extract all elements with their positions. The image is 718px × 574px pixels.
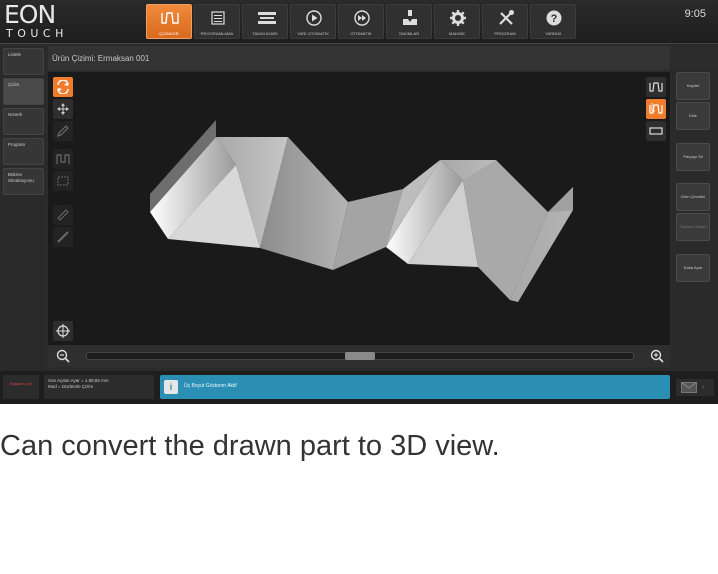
punch-die-icon <box>403 10 417 25</box>
mail-icon <box>681 382 697 393</box>
rectangle-icon <box>649 127 663 135</box>
tooling-icon <box>258 12 276 24</box>
zoom-slider-track[interactable] <box>86 352 634 360</box>
page-title: Ürün Çizimi: Ermaksan 001 <box>52 54 150 63</box>
move-icon <box>57 103 69 115</box>
flat-view-button[interactable] <box>646 121 666 141</box>
eon-touch-logo: EON TOUCH <box>4 2 86 42</box>
rotate-view-tool[interactable] <box>53 77 73 97</box>
product-views-button[interactable]: Ürün Çevrileri <box>676 183 710 211</box>
chevron-right-icon: › <box>702 382 705 391</box>
pencil-icon <box>57 125 69 137</box>
dimension-tool[interactable] <box>53 227 73 247</box>
fall-face-2 <box>463 160 548 300</box>
coarse-adjust-button[interactable]: Kaba Ayar <box>676 254 710 282</box>
2d-view-button[interactable] <box>646 77 666 97</box>
show-dimensions-button[interactable]: Ölçüleri Göster <box>676 213 710 241</box>
nav-semi-auto-button[interactable]: YARI OTOMATİK <box>290 4 336 39</box>
zoom-slider-thumb[interactable] <box>345 352 375 360</box>
nav-program-button[interactable]: PROGRAM <box>482 4 528 39</box>
status-message-bar: i Üç Boyut Gösterim Aktif <box>160 375 670 399</box>
sidebar-item-drawing[interactable]: Çizim <box>3 78 44 105</box>
nav-help-button[interactable]: ? YARDIM <box>530 4 576 39</box>
bracket-icon <box>57 176 69 186</box>
profile-3d-icon <box>649 103 663 114</box>
fast-forward-icon <box>354 10 370 26</box>
measure-tool[interactable] <box>53 121 73 141</box>
logo-line1: EON <box>4 0 56 29</box>
flange-tool[interactable] <box>53 171 73 191</box>
nav-tool-setup-label: TAKIM AYARI <box>252 31 278 36</box>
profile-outline-icon <box>56 154 70 164</box>
clock: 9:05 <box>684 8 706 20</box>
zoom-out-icon[interactable] <box>56 349 70 363</box>
nav-auto-button[interactable]: OTOMATİK <box>338 4 384 39</box>
help-icon: ? <box>546 10 562 26</box>
caption: Can convert the drawn part to 3D view. <box>0 430 500 462</box>
profile-edit-tool[interactable] <box>53 149 73 169</box>
nav-machine-label: MAKİNE <box>449 31 465 36</box>
list-icon <box>211 11 225 25</box>
nav-programming-button[interactable]: PROGRAMLAMA <box>194 4 240 39</box>
crosshair-icon <box>56 324 70 338</box>
delete-part-button[interactable]: Parçayı Sil <box>676 143 710 171</box>
svg-text:?: ? <box>551 13 558 25</box>
tools-icon <box>499 10 514 25</box>
profile-2d-icon <box>649 82 663 92</box>
messages-button[interactable]: › <box>676 379 714 396</box>
pan-view-tool[interactable] <box>53 99 73 119</box>
nav-drawings-button[interactable]: ÇİZİMLER <box>146 4 192 39</box>
zoom-in-icon[interactable] <box>650 349 664 363</box>
add-button[interactable]: Ekle <box>676 102 710 130</box>
sidebar-item-newwork[interactable]: Növerk <box>3 108 44 135</box>
top-bar: EON TOUCH ÇİZİMLER PROGRAMLAMA TAKIM AYA… <box>0 0 718 44</box>
ruler-icon-2 <box>57 231 69 243</box>
nav-auto-label: OTOMATİK <box>350 31 372 36</box>
zoom-scroll-row <box>48 345 670 367</box>
right-action-panel: Kaydet Ekle Parçayı Sil Ürün Çevrileri Ö… <box>672 70 718 370</box>
nav-semi-auto-label: YARI OTOMATİK <box>297 31 329 36</box>
status-info: Son Açılan Ayar = 1.88,85 mm Mod = Düzle… <box>44 375 154 399</box>
angle-tool[interactable] <box>53 205 73 225</box>
nav-tools-button[interactable]: TAKIMLAR <box>386 4 432 39</box>
connection-alert[interactable]: Bağlantı yok <box>3 375 39 399</box>
gear-icon <box>450 10 466 26</box>
logo-line2: TOUCH <box>6 27 68 40</box>
play-icon <box>306 10 322 26</box>
nav-program-label: PROGRAM <box>494 31 516 36</box>
sidebar: Listele Çizim Növerk Program Bükme Simül… <box>0 45 46 370</box>
part-3d-view <box>150 120 573 302</box>
3d-view-button[interactable] <box>646 99 666 119</box>
nav-help-label: YARDIM <box>545 31 561 36</box>
info-icon: i <box>164 380 178 394</box>
sidebar-item-list[interactable]: Listele <box>3 48 44 75</box>
nav-tools-label: TAKIMLAR <box>398 31 420 36</box>
status-info-line2: Mod = Düzlemle Çizim <box>48 384 94 389</box>
nav-tool-setup-button[interactable]: TAKIM AYARI <box>242 4 288 39</box>
nav-machine-button[interactable]: MAKİNE <box>434 4 480 39</box>
rotate-icon <box>57 80 69 94</box>
app-window: EON TOUCH ÇİZİMLER PROGRAMLAMA TAKIM AYA… <box>0 0 718 404</box>
status-message: Üç Boyut Gösterim Aktif <box>184 383 237 389</box>
profile-icon <box>161 12 179 24</box>
save-button[interactable]: Kaydet <box>676 72 710 100</box>
center-view-tool[interactable] <box>53 321 73 341</box>
nav-programming-label: PROGRAMLAMA <box>200 31 234 36</box>
ruler-icon <box>57 209 69 221</box>
title-bar: Ürün Çizimi: Ermaksan 001 <box>48 46 670 70</box>
nav-drawings-label: ÇİZİMLER <box>159 31 179 36</box>
3d-viewport[interactable] <box>48 72 670 345</box>
sidebar-item-program[interactable]: Program <box>3 138 44 165</box>
status-bar: Bağlantı yok Son Açılan Ayar = 1.88,85 m… <box>0 371 718 404</box>
sidebar-item-bend-simulation[interactable]: Bükme Simülasyonu <box>3 168 44 195</box>
